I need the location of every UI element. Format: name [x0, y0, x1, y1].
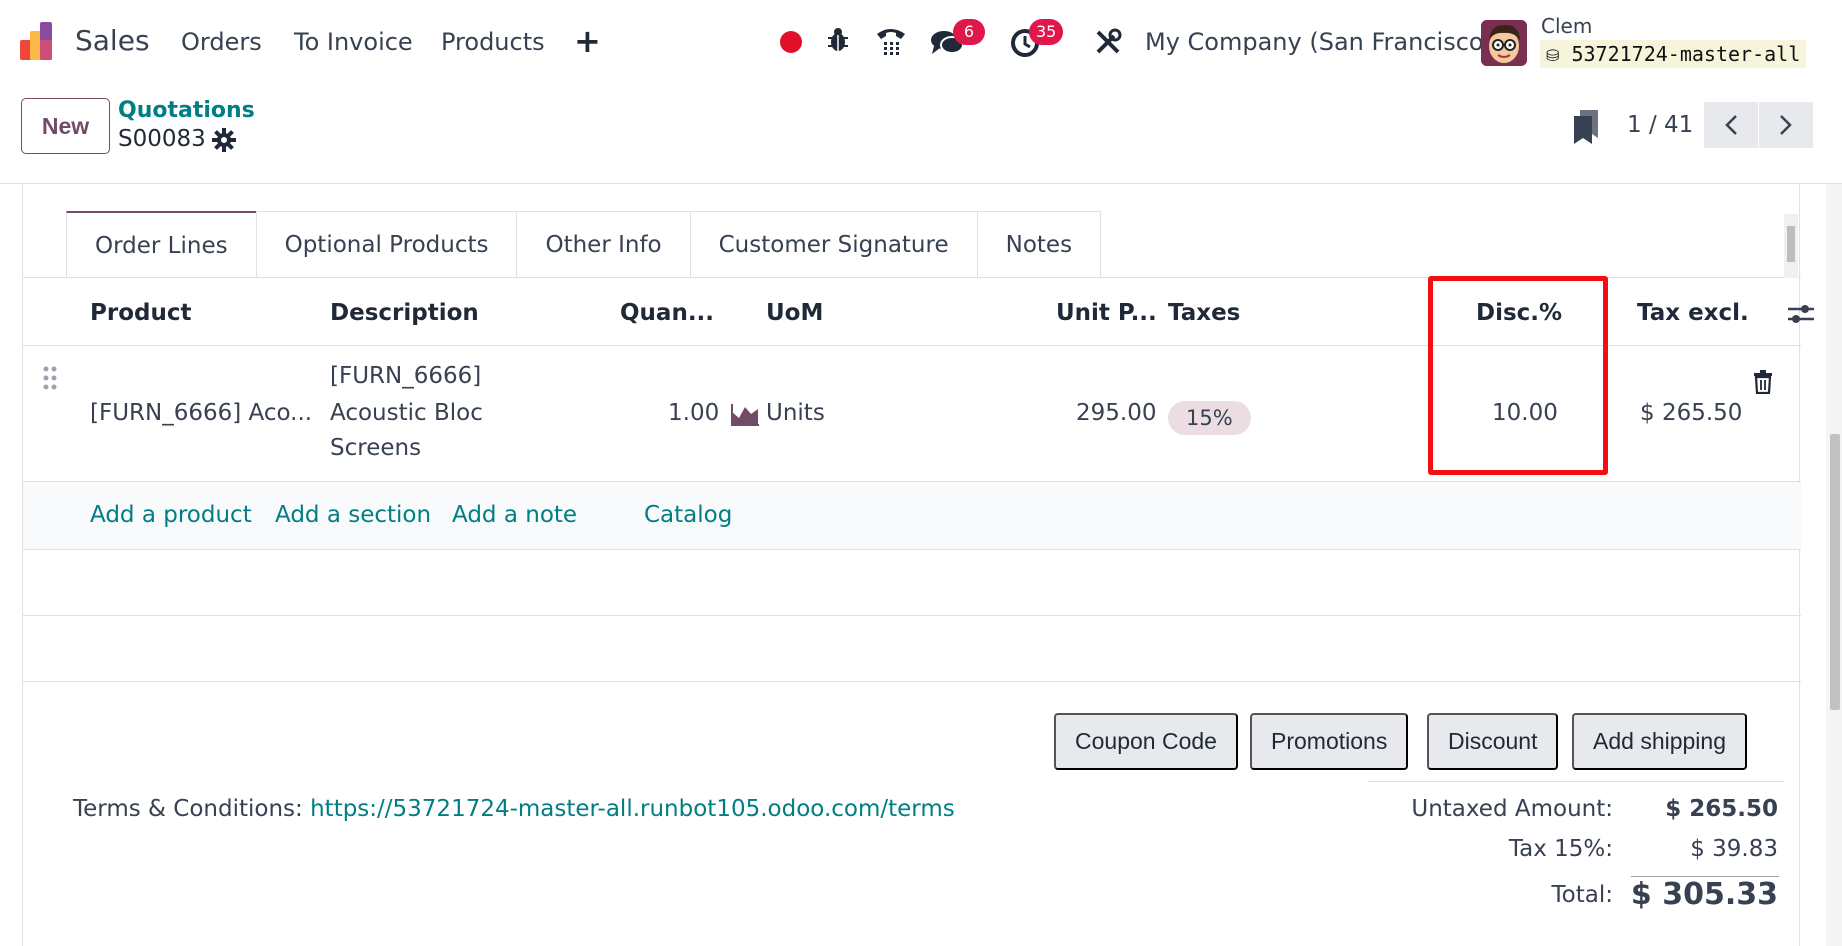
discount-button[interactable]: Discount [1427, 713, 1559, 770]
tab-customer-signature[interactable]: Customer Signature [689, 211, 978, 278]
terms-link[interactable]: https://53721724-master-all.runbot105.od… [310, 796, 955, 822]
user-avatar[interactable] [1481, 20, 1527, 66]
untaxed-amount-label: Untaxed Amount: [1411, 796, 1613, 822]
breadcrumb-quotations[interactable]: Quotations [118, 98, 255, 123]
top-navbar: Sales Orders To Invoice Products + 6 35 … [0, 0, 1842, 84]
chevron-left-icon [1725, 115, 1737, 135]
cell-description-line-3[interactable]: Screens [330, 435, 421, 461]
column-product[interactable]: Product [90, 300, 191, 326]
add-section-link[interactable]: Add a section [275, 502, 431, 528]
tab-optional-products[interactable]: Optional Products [255, 211, 518, 278]
empty-row [23, 616, 1801, 682]
bookmarks-icon[interactable] [1572, 110, 1600, 144]
new-button[interactable]: New [21, 98, 110, 154]
cell-quantity[interactable]: 1.00 [668, 400, 719, 426]
cell-description-line-2[interactable]: Acoustic Bloc [330, 400, 483, 426]
optional-columns-icon[interactable] [1788, 302, 1814, 326]
cell-description-line-1[interactable]: [FURN_6666] [330, 363, 481, 389]
coupon-code-button[interactable]: Coupon Code [1054, 713, 1238, 770]
add-line-row: Add a product Add a section Add a note C… [23, 482, 1801, 550]
discount-column-highlight [1428, 276, 1608, 475]
notebook-tabs: Order Lines Optional Products Other Info… [66, 211, 1102, 278]
total-value: $ 305.33 [1630, 877, 1778, 912]
totals-divider [1368, 781, 1784, 782]
menu-to-invoice[interactable]: To Invoice [294, 28, 413, 56]
column-unit-price[interactable]: Unit P... [1056, 300, 1157, 326]
tab-notes[interactable]: Notes [976, 211, 1102, 278]
chevron-right-icon [1780, 115, 1792, 135]
total-label: Total: [1551, 882, 1613, 908]
trash-icon[interactable] [1753, 370, 1773, 394]
cell-uom[interactable]: Units [766, 400, 825, 426]
tab-order-lines[interactable]: Order Lines [66, 211, 257, 278]
tax-label: Tax 15%: [1508, 836, 1613, 862]
menu-products[interactable]: Products [441, 28, 545, 56]
record-icon[interactable] [780, 31, 802, 53]
database-name: 53721724-master-all [1571, 42, 1801, 66]
terms-label: Terms & Conditions: [73, 796, 303, 822]
promotions-button[interactable]: Promotions [1250, 713, 1409, 770]
page-scrollbar[interactable] [1826, 184, 1842, 946]
pager-previous-button[interactable] [1704, 102, 1758, 148]
cell-subtotal: $ 265.50 [1640, 400, 1743, 426]
messages-badge: 6 [953, 19, 985, 45]
add-shipping-button[interactable]: Add shipping [1572, 713, 1747, 770]
control-panel: New Quotations S00083 1 / 41 [0, 84, 1842, 184]
phone-icon[interactable] [875, 26, 907, 56]
column-uom[interactable]: UoM [766, 300, 823, 326]
column-taxes[interactable]: Taxes [1168, 300, 1240, 326]
company-switcher[interactable]: My Company (San Francisco) [1145, 28, 1493, 56]
empty-row [23, 550, 1801, 616]
pager-value[interactable]: 1 / 41 [1627, 112, 1693, 138]
app-name[interactable]: Sales [75, 24, 150, 57]
drag-handle-icon[interactable] [43, 366, 57, 390]
forecast-chart-icon[interactable] [731, 404, 759, 426]
add-product-link[interactable]: Add a product [90, 502, 252, 528]
cell-unit-price[interactable]: 295.00 [1076, 400, 1156, 426]
tabs-scrollbar[interactable] [1784, 214, 1798, 278]
database-icon: ⛁ [1546, 46, 1560, 65]
gear-icon[interactable] [212, 128, 236, 152]
menu-orders[interactable]: Orders [181, 28, 262, 56]
cell-product[interactable]: [FURN_6666] Aco... [90, 400, 312, 426]
pager-next-button[interactable] [1759, 102, 1813, 148]
column-description[interactable]: Description [330, 300, 479, 326]
column-quantity[interactable]: Quan... [620, 300, 714, 326]
untaxed-amount-value: $ 265.50 [1665, 796, 1778, 822]
bug-icon[interactable] [826, 26, 850, 54]
record-name: S00083 [118, 126, 206, 152]
tab-other-info[interactable]: Other Info [516, 211, 691, 278]
add-note-link[interactable]: Add a note [452, 502, 577, 528]
column-subtotal[interactable]: Tax excl. [1637, 300, 1749, 326]
user-name[interactable]: Clem [1541, 14, 1592, 38]
page-scrollbar-thumb[interactable] [1830, 434, 1840, 710]
terms-and-conditions: Terms & Conditions: https://53721724-mas… [73, 796, 955, 822]
catalog-link[interactable]: Catalog [644, 502, 732, 528]
tax-tag[interactable]: 15% [1168, 401, 1251, 435]
activities-badge: 35 [1029, 19, 1064, 45]
form-sheet: Order Lines Optional Products Other Info… [22, 184, 1814, 946]
database-tag: ⛁ 53721724-master-all [1540, 40, 1807, 68]
sales-app-icon[interactable] [20, 22, 62, 62]
plus-icon[interactable]: + [574, 22, 601, 60]
tax-value: $ 39.83 [1690, 836, 1778, 862]
tools-icon[interactable] [1094, 28, 1122, 56]
